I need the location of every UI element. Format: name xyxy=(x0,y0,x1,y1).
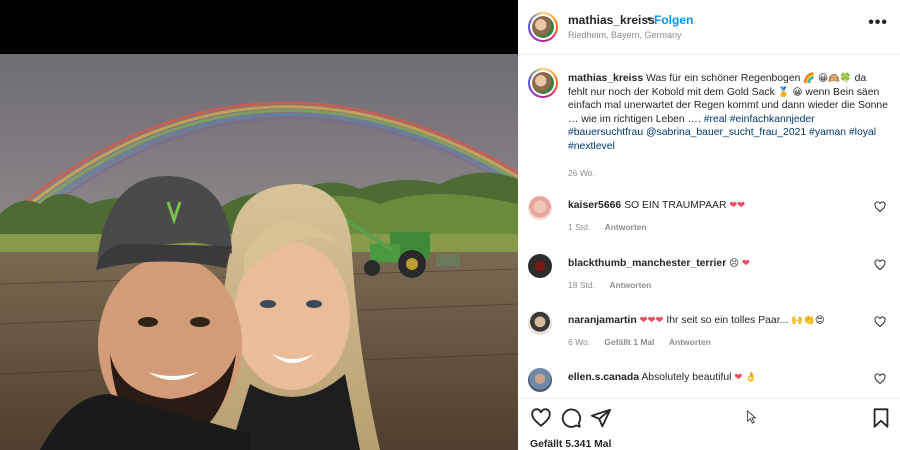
comment-username[interactable]: ellen.s.canada xyxy=(568,372,639,383)
separator-dot: • xyxy=(647,12,652,26)
more-icon[interactable]: ••• xyxy=(868,14,888,32)
post-media xyxy=(0,0,518,450)
post-sidebar: mathias_kreiss • Folgen Riedheim, Bayern… xyxy=(518,0,900,450)
comment-avatar[interactable] xyxy=(528,311,552,335)
like-count[interactable]: Gefällt 5.341 Mal xyxy=(530,439,611,450)
caption-emoji-2: 🏅 😀 xyxy=(777,86,803,98)
comment-avatar[interactable] xyxy=(528,368,552,392)
comment-body: SO EIN TRAUMPAAR xyxy=(624,200,727,211)
comment-text: ellen.s.canada Absolutely beautiful ❤ 👌 xyxy=(568,372,858,383)
bookmark-icon[interactable] xyxy=(870,407,892,429)
mouse-cursor-icon xyxy=(747,410,757,424)
comment-item: naranjamartin ❤❤❤ Ihr seit so ein tolles… xyxy=(528,311,894,351)
comment-meta: 6 Wo. Gefällt 1 Mal Antworten xyxy=(568,337,723,347)
hashtags-2[interactable]: #bauersuchtfrau @sabrina_bauer_sucht_fra… xyxy=(568,127,876,138)
comment-item: blackthumb_manchester_terrier 😣 ❤ 18 Std… xyxy=(528,254,894,294)
follow-button[interactable]: Folgen xyxy=(654,13,693,27)
paper-plane-icon[interactable] xyxy=(590,407,612,429)
comment-time[interactable]: 1 Std. xyxy=(568,222,590,232)
comment-text: blackthumb_manchester_terrier 😣 ❤ xyxy=(568,258,858,269)
comment-time[interactable]: 18 Std. xyxy=(568,280,595,290)
post-photo[interactable] xyxy=(0,54,518,450)
heart-icon[interactable] xyxy=(874,201,886,213)
rainbow-selfie-photo xyxy=(0,54,518,450)
comment-username[interactable]: blackthumb_manchester_terrier xyxy=(568,258,726,269)
comment-time[interactable]: 6 Wo. xyxy=(568,337,590,347)
comment-body: Absolutely beautiful xyxy=(641,372,732,383)
comment-username[interactable]: naranjamartin xyxy=(568,315,637,326)
caption-part-1: Was für ein schöner Regenbogen xyxy=(645,73,801,84)
heart-emoji: ❤ xyxy=(741,258,750,269)
reply-button[interactable]: Antworten xyxy=(609,280,651,290)
heart-emoji: ❤❤❤ xyxy=(639,315,664,326)
comment-emoji: 🙌👏😍 xyxy=(791,315,825,326)
caption-avatar[interactable] xyxy=(528,68,558,98)
heart-icon[interactable] xyxy=(530,407,552,429)
comment-text: naranjamartin ❤❤❤ Ihr seit so ein tolles… xyxy=(568,315,858,326)
caption-text: mathias_kreiss Was für ein schöner Regen… xyxy=(568,72,888,154)
post-actions: Gefällt 5.341 Mal xyxy=(518,398,900,450)
comment-emoji: 👌 xyxy=(745,372,758,383)
comment-text: kaiser5666 SO EIN TRAUMPAAR ❤❤ xyxy=(568,200,858,211)
comment-likes[interactable]: Gefällt 1 Mal xyxy=(604,337,654,347)
comment-body: Ihr seit so ein tolles Paar... xyxy=(666,315,789,326)
hashtags-3[interactable]: #nextlevel xyxy=(568,141,615,152)
heart-icon[interactable] xyxy=(874,259,886,271)
caption-emoji-1: 🌈 😀🙉🍀 xyxy=(803,73,852,84)
comment-body: 😣 xyxy=(729,258,740,269)
hashtags-1[interactable]: #real #einfachkannjeder xyxy=(704,114,815,125)
comment-avatar[interactable] xyxy=(528,196,552,220)
post-header: mathias_kreiss • Folgen Riedheim, Bayern… xyxy=(518,0,900,55)
comment-username[interactable]: kaiser5666 xyxy=(568,200,621,211)
comment-avatar[interactable] xyxy=(528,254,552,278)
author-avatar[interactable] xyxy=(528,12,558,42)
reply-button[interactable]: Antworten xyxy=(669,337,711,347)
heart-icon[interactable] xyxy=(874,316,886,328)
comment-item: kaiser5666 SO EIN TRAUMPAAR ❤❤ 1 Std. An… xyxy=(528,196,894,236)
comment-meta: 18 Std. Antworten xyxy=(568,280,663,290)
heart-emoji: ❤ xyxy=(734,372,743,383)
heart-emoji: ❤❤ xyxy=(729,200,746,211)
comment-meta: 1 Std. Antworten xyxy=(568,222,659,232)
caption-timestamp[interactable]: 26 Wo. xyxy=(568,168,595,178)
location-link[interactable]: Riedheim, Bayern, Germany xyxy=(568,30,682,40)
caption-username[interactable]: mathias_kreiss xyxy=(568,73,643,84)
reply-button[interactable]: Antworten xyxy=(605,222,647,232)
author-username[interactable]: mathias_kreiss xyxy=(568,13,655,27)
comment-icon[interactable] xyxy=(560,407,582,429)
heart-icon[interactable] xyxy=(874,373,886,385)
